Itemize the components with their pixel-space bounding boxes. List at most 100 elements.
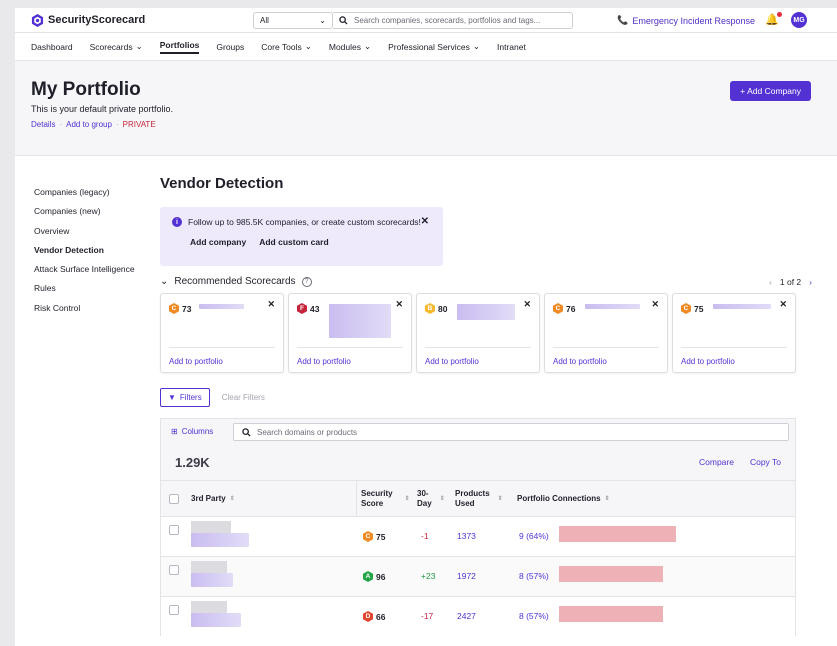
notifications-button[interactable]: 🔔 bbox=[765, 12, 782, 26]
global-search-input[interactable]: Search companies, scorecards, portfolios… bbox=[333, 12, 573, 29]
filters-button[interactable]: ▼ Filters bbox=[160, 388, 210, 407]
company-name-redacted bbox=[191, 613, 241, 627]
banner-add-company-link[interactable]: Add company bbox=[190, 237, 246, 247]
table-row[interactable]: D 66 -17 2427 8 (57%) bbox=[161, 596, 795, 636]
add-to-portfolio-link[interactable]: Add to portfolio bbox=[681, 357, 735, 366]
details-link[interactable]: Details bbox=[31, 120, 55, 129]
nav-dashboard[interactable]: Dashboard bbox=[31, 42, 73, 52]
close-icon[interactable]: ✕ bbox=[267, 299, 275, 310]
products-used-link[interactable]: 2427 bbox=[457, 611, 476, 621]
logo-icon bbox=[31, 13, 44, 27]
sidebar-item-vendor-detection[interactable]: Vendor Detection bbox=[34, 241, 164, 260]
search-scope-select[interactable]: All ⌄ bbox=[253, 12, 333, 29]
close-icon[interactable]: ✕ bbox=[779, 299, 787, 310]
nav-core-tools[interactable]: Core Tools ⌄ bbox=[261, 41, 312, 52]
divider bbox=[553, 347, 659, 348]
column-label: Products Used bbox=[455, 489, 490, 509]
close-icon[interactable]: ✕ bbox=[651, 299, 659, 310]
main-content: Vendor Detection i Follow up to 985.5K c… bbox=[160, 175, 812, 636]
nav-scorecards[interactable]: Scorecards ⌄ bbox=[90, 41, 143, 52]
nav-modules[interactable]: Modules ⌄ bbox=[329, 41, 371, 52]
sort-icon: ⇕ bbox=[497, 495, 503, 502]
grade-hex: A bbox=[363, 571, 373, 582]
score-value: 66 bbox=[376, 611, 386, 622]
add-to-portfolio-link[interactable]: Add to portfolio bbox=[425, 357, 479, 366]
filters-bar: ▼ Filters Clear Filters bbox=[160, 388, 812, 407]
connections-bar bbox=[559, 606, 664, 622]
column-label-line: Products bbox=[455, 488, 490, 498]
phone-icon: 📞 bbox=[617, 15, 629, 25]
banner-add-custom-card-link[interactable]: Add custom card bbox=[259, 237, 328, 247]
help-icon[interactable]: ? bbox=[301, 276, 312, 287]
emergency-label: Emergency Incident Response bbox=[632, 15, 755, 26]
connections-link[interactable]: 8 (57%) bbox=[519, 611, 549, 621]
connections-bar bbox=[559, 566, 664, 582]
row-checkbox[interactable] bbox=[169, 605, 179, 615]
score-value: 76 bbox=[566, 303, 576, 314]
avatar[interactable]: MG bbox=[791, 12, 807, 28]
sidebar-item-risk-control[interactable]: Risk Control bbox=[34, 299, 164, 318]
add-to-portfolio-link[interactable]: Add to portfolio bbox=[169, 357, 223, 366]
copy-to-button[interactable]: Copy To bbox=[750, 457, 781, 467]
sidebar-item-companies-new[interactable]: Companies (new) bbox=[34, 202, 164, 221]
columns-button[interactable]: ⊞ Columns bbox=[171, 427, 213, 436]
column-label-line: 30- bbox=[417, 488, 429, 498]
company-name-redacted bbox=[329, 304, 391, 338]
filters-label: Filters bbox=[179, 393, 202, 402]
sidebar-item-attack-surface[interactable]: Attack Surface Intelligence bbox=[34, 260, 164, 279]
chevron-right-icon[interactable]: › bbox=[809, 277, 812, 287]
products-used-link[interactable]: 1373 bbox=[457, 531, 476, 541]
grade-badge: B 80 bbox=[425, 303, 447, 314]
emergency-incident-link[interactable]: 📞 Emergency Incident Response bbox=[617, 15, 755, 26]
nav-groups[interactable]: Groups bbox=[216, 42, 244, 52]
row-checkbox[interactable] bbox=[169, 565, 179, 575]
scorecard-card[interactable]: B 80 ✕ Add to portfolio bbox=[416, 293, 540, 373]
vendor-table: ⊞ Columns Search domains or products 1.2… bbox=[160, 418, 796, 636]
nav-label: Professional Services bbox=[388, 41, 470, 52]
clear-filters-button[interactable]: Clear Filters bbox=[222, 393, 265, 402]
column-third-party[interactable]: 3rd Party ⇕ bbox=[191, 494, 235, 504]
nav-intranet[interactable]: Intranet bbox=[497, 42, 526, 52]
products-used-link[interactable]: 1972 bbox=[457, 571, 476, 581]
sidebar-item-rules[interactable]: Rules bbox=[34, 279, 164, 298]
app-window: SecurityScorecard All ⌄ Search companies… bbox=[15, 8, 837, 646]
close-icon[interactable]: ✕ bbox=[395, 299, 403, 310]
brand-logo[interactable]: SecurityScorecard bbox=[31, 13, 145, 27]
chevron-left-icon[interactable]: ‹ bbox=[769, 277, 772, 287]
column-divider bbox=[356, 481, 357, 516]
scorecard-card[interactable]: C 76 ✕ Add to portfolio bbox=[544, 293, 668, 373]
grade-hex: C bbox=[681, 303, 691, 314]
add-company-button[interactable]: + Add Company bbox=[730, 81, 811, 101]
close-icon[interactable]: ✕ bbox=[421, 216, 429, 227]
grade-badge: A 96 bbox=[363, 571, 385, 582]
scorecard-card[interactable]: F 43 ✕ Add to portfolio bbox=[288, 293, 412, 373]
divider bbox=[297, 347, 403, 348]
add-to-group-link[interactable]: Add to group bbox=[66, 120, 112, 129]
chevron-down-icon[interactable]: ⌄ bbox=[160, 276, 168, 287]
table-row[interactable]: C 75 -1 1373 9 (64%) bbox=[161, 516, 795, 556]
column-label: 30- Day bbox=[417, 489, 432, 509]
row-checkbox[interactable] bbox=[169, 525, 179, 535]
column-portfolio-connections[interactable]: Portfolio Connections ⇕ bbox=[517, 494, 610, 504]
close-icon[interactable]: ✕ bbox=[523, 299, 531, 310]
add-to-portfolio-link[interactable]: Add to portfolio bbox=[553, 357, 607, 366]
column-30-day[interactable]: 30- Day ⇕ bbox=[417, 489, 445, 509]
add-to-portfolio-link[interactable]: Add to portfolio bbox=[297, 357, 351, 366]
nav-professional-services[interactable]: Professional Services ⌄ bbox=[388, 41, 480, 52]
nav-portfolios[interactable]: Portfolios bbox=[159, 40, 200, 54]
select-all-checkbox[interactable] bbox=[169, 493, 179, 504]
sidebar-item-companies-legacy[interactable]: Companies (legacy) bbox=[34, 183, 164, 202]
compare-button[interactable]: Compare bbox=[699, 457, 734, 467]
scorecard-card[interactable]: C 75 ✕ Add to portfolio bbox=[672, 293, 796, 373]
score-value: 75 bbox=[376, 531, 386, 542]
sidebar-item-overview[interactable]: Overview bbox=[34, 222, 164, 241]
connections-link[interactable]: 9 (64%) bbox=[519, 531, 549, 541]
recommended-pager: ‹ 1 of 2 › bbox=[769, 277, 812, 287]
column-security-score[interactable]: Security Score ⇕ bbox=[361, 489, 410, 509]
table-row[interactable]: A 96 +23 1972 8 (57%) bbox=[161, 556, 795, 596]
table-search-input[interactable]: Search domains or products bbox=[233, 423, 789, 441]
main-nav: Dashboard Scorecards ⌄ Portfolios Groups … bbox=[15, 33, 837, 61]
column-products-used[interactable]: Products Used ⇕ bbox=[455, 489, 503, 509]
connections-link[interactable]: 8 (57%) bbox=[519, 571, 549, 581]
scorecard-card[interactable]: C 73 ✕ Add to portfolio bbox=[160, 293, 284, 373]
